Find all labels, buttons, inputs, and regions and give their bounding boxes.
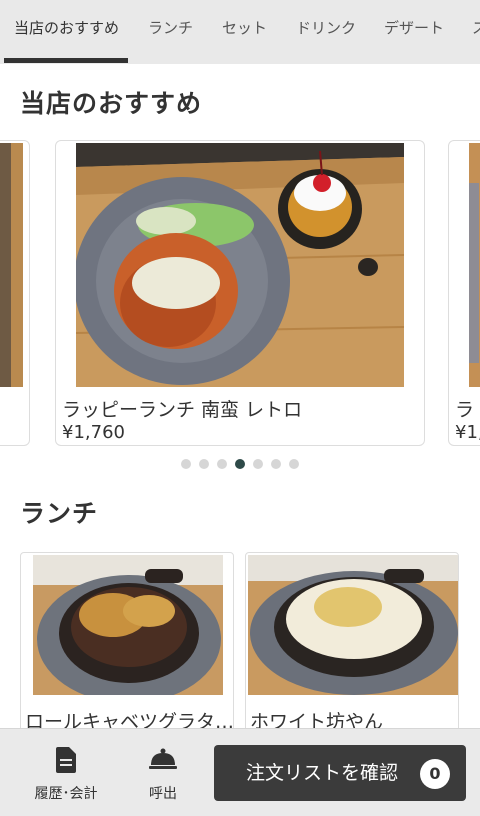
carousel-dot[interactable] [253, 459, 263, 469]
lunch-item-card[interactable]: ロールキャベツグラタ… [20, 552, 234, 742]
history-checkout-label: 履歴･会計 [34, 786, 98, 802]
confirm-order-list-label: 注文リストを確認 [246, 762, 399, 784]
confirm-order-list-button[interactable]: 注文リストを確認 0 [214, 745, 466, 801]
document-icon [56, 747, 76, 773]
tab-next-partial[interactable]: ス [472, 0, 480, 64]
cart-count-badge: 0 [420, 759, 450, 789]
next-card-photo [469, 143, 480, 387]
lunch-item-card[interactable]: ホワイト坊やん [245, 552, 459, 742]
carousel-prev-card[interactable] [0, 140, 30, 446]
bottom-action-bar: 履歴･会計 呼出 注文リストを確認 0 [0, 728, 480, 816]
featured-item-name: ラッピーランチ 南蛮 レトロ [62, 399, 303, 421]
recommend-carousel[interactable]: ラッピーランチ 南蛮 レトロ ¥1,760 ラ ¥1, [0, 138, 480, 450]
category-tab-bar: 当店のおすすめ ランチ セット ドリンク デザート ス [0, 0, 480, 64]
featured-menu-card[interactable]: ラッピーランチ 南蛮 レトロ ¥1,760 [55, 140, 425, 446]
carousel-next-card[interactable]: ラ ¥1, [448, 140, 480, 446]
lunch-item-photo [33, 555, 223, 695]
carousel-dot[interactable] [181, 459, 191, 469]
tab-set[interactable]: セット [222, 0, 267, 64]
next-card-name: ラ [455, 399, 475, 421]
active-tab-indicator [4, 58, 128, 63]
carousel-dot[interactable] [199, 459, 209, 469]
tab-lunch[interactable]: ランチ [148, 0, 193, 64]
carousel-dot[interactable] [271, 459, 281, 469]
section-title-recommend: 当店のおすすめ [20, 89, 203, 118]
carousel-dot[interactable] [217, 459, 227, 469]
featured-item-price: ¥1,760 [62, 422, 125, 443]
lunch-item-photo [248, 555, 458, 695]
carousel-dot[interactable] [235, 459, 245, 469]
prev-card-photo [0, 143, 23, 387]
featured-food-photo [76, 143, 404, 387]
carousel-pagination [0, 454, 480, 469]
tab-recommend[interactable]: 当店のおすすめ [14, 0, 119, 64]
section-title-lunch: ランチ [20, 499, 99, 528]
service-bell-icon [149, 748, 177, 769]
call-staff-button[interactable]: 呼出 [128, 729, 198, 816]
tab-drink[interactable]: ドリンク [296, 0, 356, 64]
tab-dessert[interactable]: デザート [384, 0, 444, 64]
history-checkout-button[interactable]: 履歴･会計 [20, 729, 112, 816]
carousel-dot[interactable] [289, 459, 299, 469]
next-card-price: ¥1, [455, 422, 480, 443]
call-staff-label: 呼出 [149, 786, 177, 802]
